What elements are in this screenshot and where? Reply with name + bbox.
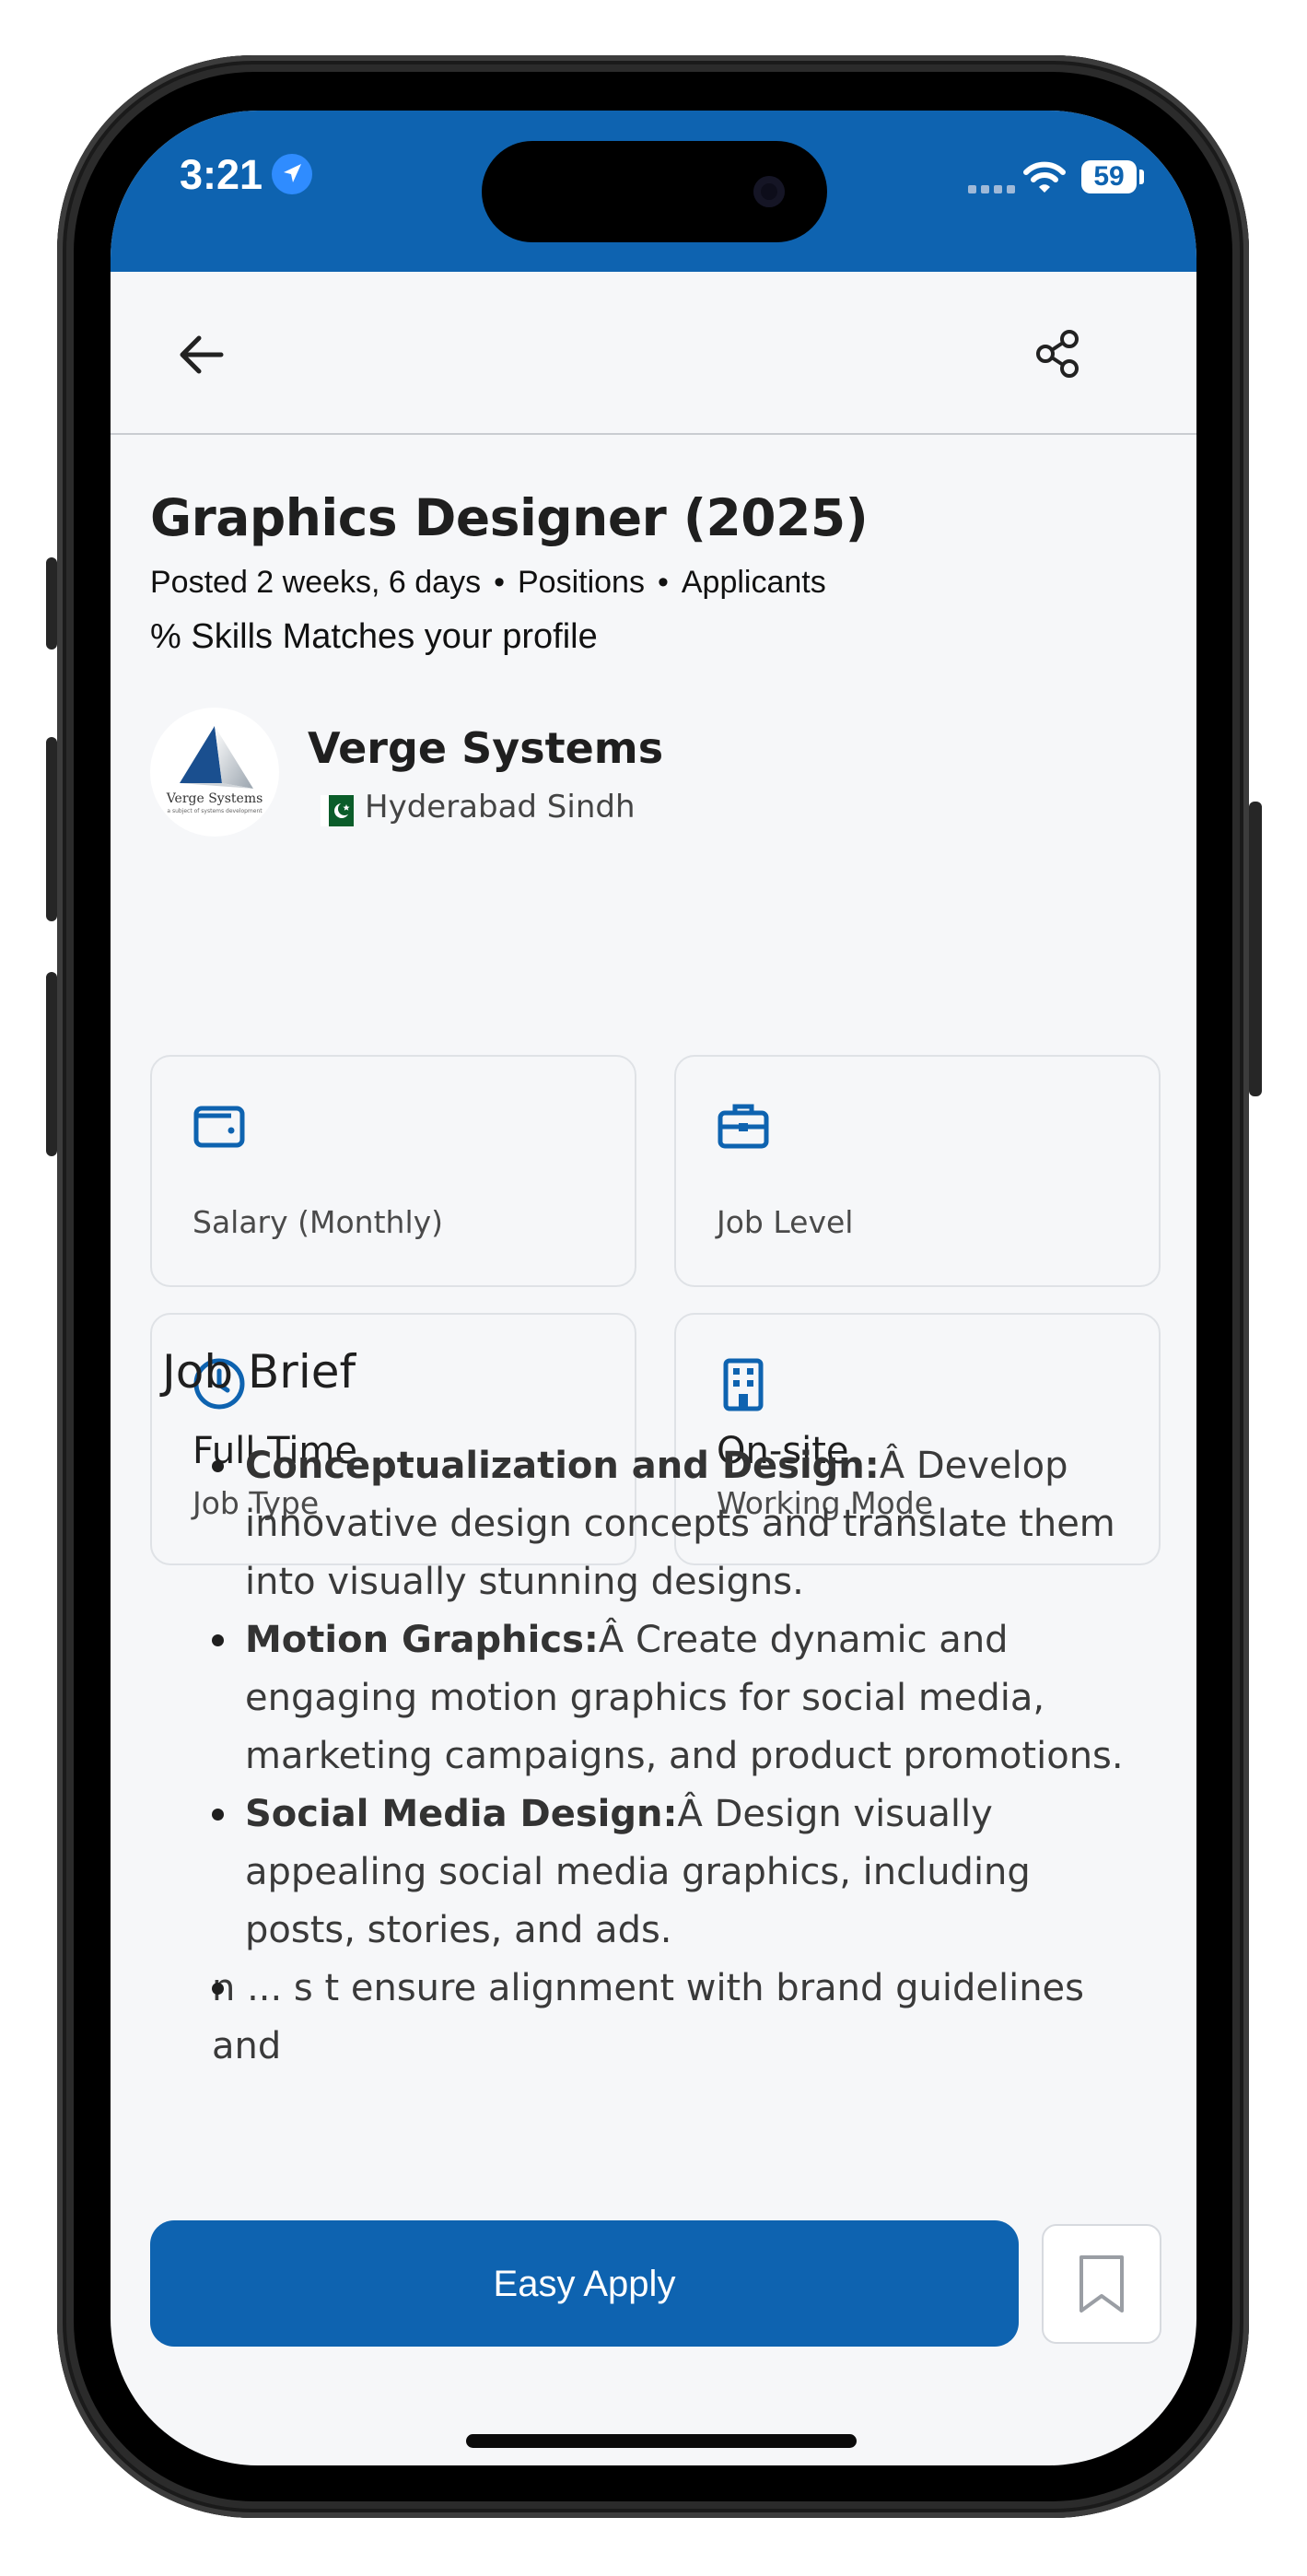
power-button (1249, 802, 1262, 1096)
job-level-label: Job Level (717, 1204, 854, 1240)
bookmark-icon (1079, 2255, 1124, 2313)
skills-match: % Skills Matches your profile (150, 617, 598, 656)
positions-count: Positions (518, 565, 645, 600)
brief-item-text: n ... s t ensure alignment with brand gu… (212, 1967, 1084, 2067)
status-bar: 3:21 59 (111, 111, 1196, 272)
brief-item: Motion Graphics:Â Create dynamic and eng… (212, 1611, 1133, 1786)
pakistan-flag-icon (321, 795, 354, 826)
volume-down-button (46, 972, 57, 1156)
job-brief-list: Conceptualization and Design:Â Develop i… (212, 1437, 1133, 2076)
dynamic-island (482, 141, 827, 242)
back-button[interactable] (164, 322, 238, 387)
verge-logo-icon: Verge Systems a subject of systems devel… (166, 726, 263, 814)
easy-apply-button[interactable]: Easy Apply (150, 2220, 1019, 2347)
front-camera (753, 176, 785, 207)
brief-item-title: Social Media Design: (245, 1793, 678, 1835)
location-arrow-icon (272, 154, 312, 194)
app-bar (111, 272, 1196, 435)
company-location: Hyderabad Sindh (365, 789, 636, 825)
battery-tip (1139, 170, 1144, 184)
brief-item: Social Media Design:Â Design visually ap… (212, 1786, 1133, 1960)
share-icon (1036, 330, 1079, 378)
briefcase-icon (718, 1104, 769, 1149)
job-title: Graphics Designer (2025) (150, 488, 869, 547)
separator-dot: • (657, 565, 669, 600)
phone-screen: 3:21 59 Graphics Designer (2025) Posted … (111, 111, 1196, 2465)
action-button (46, 557, 57, 650)
logo-text: Verge Systems (166, 791, 263, 806)
applicants-count: Applicants (681, 565, 826, 600)
arrow-left-icon (180, 335, 224, 374)
job-meta: Posted 2 weeks, 6 days • Positions • Applica… (150, 565, 826, 601)
salary-label: Salary (Monthly) (193, 1204, 444, 1240)
brief-item-title: Motion Graphics: (245, 1619, 599, 1661)
building-icon (723, 1358, 764, 1411)
brief-item: n ... s t ensure alignment with brand gu… (212, 1960, 1133, 2076)
brief-item: Conceptualization and Design:Â Develop i… (212, 1437, 1133, 1611)
company-name[interactable]: Verge Systems (308, 723, 663, 773)
job-brief-heading: Job Brief (162, 1345, 356, 1399)
wallet-icon (193, 1106, 245, 1148)
save-job-button[interactable] (1042, 2224, 1161, 2344)
company-logo[interactable]: Verge Systems a subject of systems devel… (150, 708, 279, 837)
volume-up-button (46, 737, 57, 921)
cellular-signal-icon (968, 185, 1015, 193)
wifi-icon (1023, 161, 1066, 193)
separator-dot: • (494, 565, 505, 600)
status-time: 3:21 (180, 151, 263, 198)
home-indicator (466, 2434, 857, 2448)
share-button[interactable] (1027, 322, 1091, 387)
posted-time: Posted 2 weeks, 6 days (150, 565, 482, 600)
logo-tagline: a subject of systems development (167, 808, 263, 814)
job-level-card: Job Level (674, 1055, 1161, 1287)
battery-indicator: 59 (1081, 160, 1137, 193)
salary-card: Salary (Monthly) (150, 1055, 636, 1287)
brief-item-title: Conceptualization and Design: (245, 1445, 880, 1487)
